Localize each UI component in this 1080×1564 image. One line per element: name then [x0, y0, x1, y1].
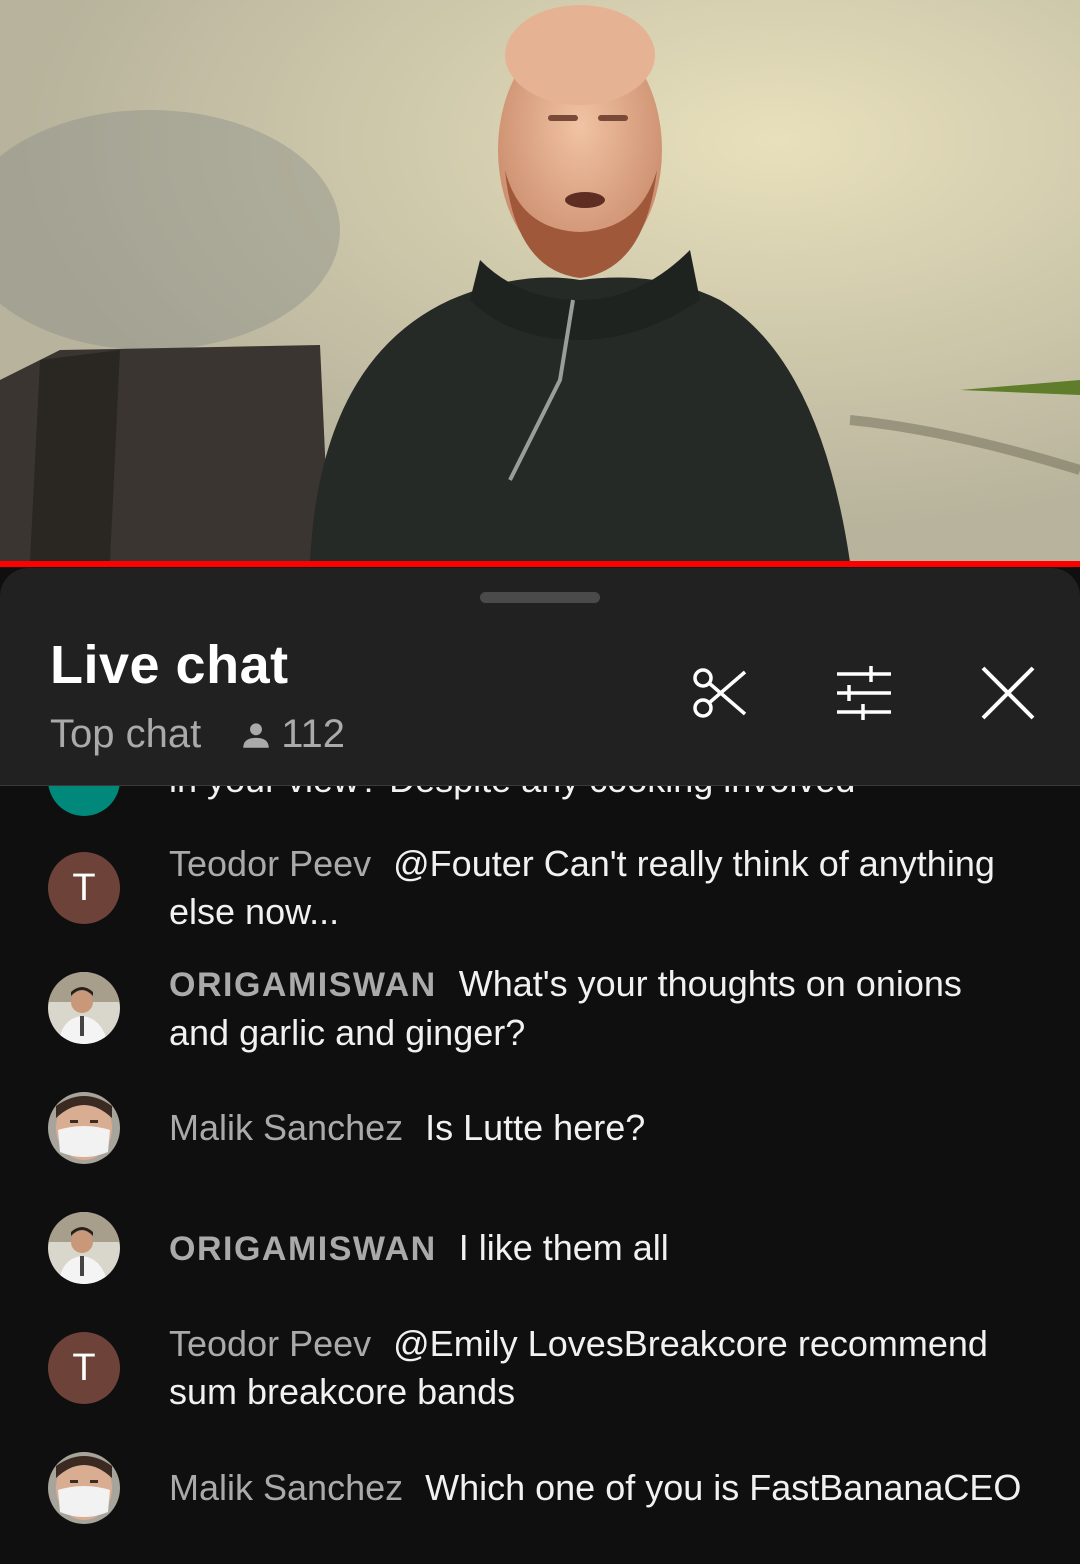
author-name[interactable]: Teodor Peev: [169, 843, 371, 884]
avatar[interactable]: [48, 1452, 120, 1524]
viewer-count: 112: [281, 712, 345, 756]
video-progress-bar[interactable]: [0, 561, 1080, 567]
avatar[interactable]: T: [48, 852, 120, 924]
avatar-letter: T: [72, 1346, 96, 1389]
author-name[interactable]: ORIGAMISWAN: [169, 1230, 437, 1268]
message-text: Which one of you is FastBananaCEO: [425, 1467, 1022, 1508]
chat-mode-label[interactable]: Top chat: [50, 712, 201, 757]
avatar-photo: [48, 1092, 120, 1164]
person-icon: [239, 718, 273, 752]
chat-header: Live chat Top chat 112: [0, 568, 1080, 786]
avatar-photo: [48, 1212, 120, 1284]
clip-button[interactable]: [690, 663, 750, 723]
clip-icon: [693, 668, 747, 718]
chat-settings-button[interactable]: [834, 663, 894, 723]
close-button[interactable]: [978, 663, 1038, 723]
avatar[interactable]: T: [48, 1332, 120, 1404]
avatar[interactable]: [48, 1212, 120, 1284]
author-name[interactable]: Malik Sanchez: [169, 1467, 403, 1508]
video-player[interactable]: [0, 0, 1080, 562]
chat-mode-selector[interactable]: Top chat 112: [50, 712, 345, 757]
author-name[interactable]: Malik Sanchez: [169, 1107, 403, 1148]
video-frame: [0, 0, 1080, 562]
author-name[interactable]: Teodor Peev: [169, 1323, 371, 1364]
avatar-photo: [48, 972, 120, 1044]
avatar[interactable]: [48, 1092, 120, 1164]
author-name[interactable]: ORIGAMISWAN: [169, 966, 437, 1004]
settings-sliders-icon: [837, 666, 891, 720]
drag-handle[interactable]: [480, 592, 600, 603]
chat-title: Live chat: [50, 635, 289, 695]
avatar-letter: T: [72, 866, 96, 909]
avatar-photo: [48, 1452, 120, 1524]
message-text: I like them all: [458, 1227, 669, 1268]
avatar[interactable]: [48, 972, 120, 1044]
close-icon: [981, 666, 1035, 720]
live-chat-panel: in your view? Despite any cooking involv…: [0, 568, 1080, 1564]
message-text: Is Lutte here?: [425, 1107, 646, 1148]
